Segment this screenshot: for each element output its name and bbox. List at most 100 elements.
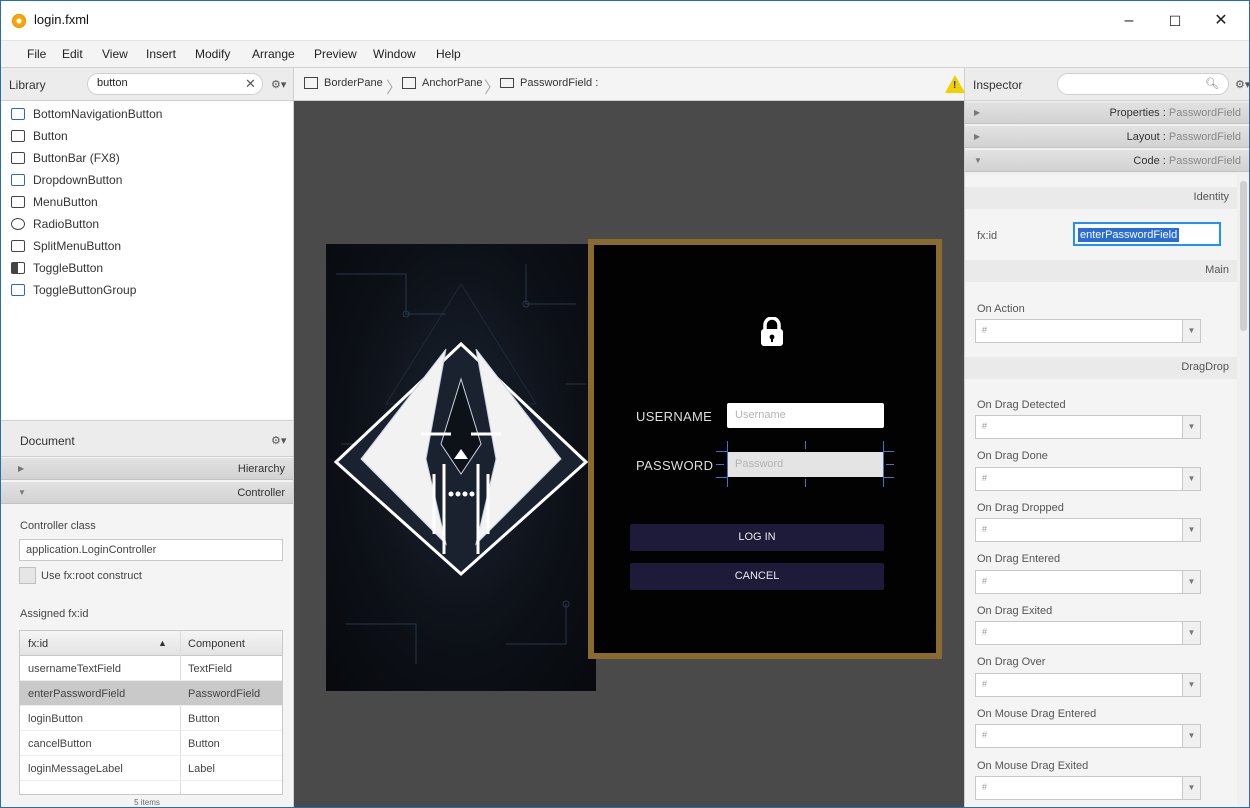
dropdown-arrow-icon[interactable]: ▼ <box>1182 777 1200 799</box>
dropdown-arrow-icon[interactable]: ▼ <box>1182 674 1200 696</box>
minimize-button[interactable]: – <box>1106 7 1152 35</box>
list-item[interactable]: ToggleButtonGroup <box>11 279 136 301</box>
list-item[interactable]: RadioButton <box>11 213 99 235</box>
on-mouse-drag-exited-input[interactable]: # ▼ <box>975 776 1201 800</box>
code-section-header[interactable]: ▼ Code : PasswordField <box>965 150 1249 172</box>
dropdown-arrow-icon[interactable]: ▼ <box>1182 416 1200 438</box>
assigned-fxid-table: fx:id ▲ Component usernameTextField TextF… <box>19 630 283 795</box>
design-canvas[interactable]: USERNAME Username PASSWORD Password LOG … <box>293 101 965 807</box>
fxid-column-header[interactable]: fx:id <box>28 638 48 650</box>
search-icon: 🔍︎ <box>1205 78 1219 90</box>
hash-prefix: # <box>982 421 988 431</box>
list-item[interactable]: MenuButton <box>11 191 98 213</box>
layout-section-header[interactable]: ▶ Layout : PasswordField <box>965 126 1249 148</box>
list-item[interactable]: SplitMenuButton <box>11 235 121 257</box>
on-drag-over-input[interactable]: # ▼ <box>975 673 1201 697</box>
library-header: Library button ✕ ⚙▾ <box>1 68 293 101</box>
list-item-label: ToggleButton <box>33 261 104 275</box>
button-bar-icon <box>11 152 25 164</box>
scrollbar-thumb[interactable] <box>1240 181 1247 331</box>
anchorpane-icon <box>402 77 416 89</box>
on-action-label: On Action <box>977 303 1025 315</box>
event-label: On Drag Dropped <box>977 502 1064 514</box>
logo-image <box>326 244 596 691</box>
properties-section-header[interactable]: ▶ Properties : PasswordField <box>965 102 1249 124</box>
breadcrumb-borderpane[interactable]: BorderPane <box>304 77 383 89</box>
menu-button-icon <box>11 196 25 208</box>
selection-handle[interactable] <box>716 464 724 465</box>
inspector-header: Inspector 🔍︎ ⚙▾ <box>965 68 1249 101</box>
menu-window[interactable]: Window <box>373 47 416 61</box>
dragdrop-section-header: DragDrop <box>965 357 1237 379</box>
sort-ascending-icon[interactable]: ▲ <box>158 638 167 648</box>
close-button[interactable]: ✕ <box>1198 7 1244 35</box>
on-drag-done-input[interactable]: # ▼ <box>975 467 1201 491</box>
menu-arrange[interactable]: Arrange <box>252 47 295 61</box>
controller-class-field[interactable]: application.LoginController <box>19 539 283 561</box>
dropdown-arrow-icon[interactable]: ▼ <box>1182 725 1200 747</box>
component-column-header[interactable]: Component <box>188 638 245 650</box>
on-drag-exited-input[interactable]: # ▼ <box>975 621 1201 645</box>
list-item[interactable]: ButtonBar (FX8) <box>11 147 120 169</box>
password-input[interactable]: Password <box>727 452 884 477</box>
menu-insert[interactable]: Insert <box>146 47 176 61</box>
table-row[interactable]: cancelButton Button <box>20 731 282 756</box>
inspector-scrollbar[interactable] <box>1237 175 1249 807</box>
list-item[interactable]: Button <box>11 125 68 147</box>
inspector-search-input[interactable] <box>1057 73 1229 95</box>
fxroot-label: Use fx:root construct <box>41 570 142 582</box>
hierarchy-section-header[interactable]: ▶ Hierarchy <box>1 458 293 480</box>
menu-file[interactable]: File <box>27 47 46 61</box>
fxroot-checkbox[interactable] <box>19 567 36 584</box>
dropdown-arrow-icon[interactable]: ▼ <box>1182 571 1200 593</box>
breadcrumb-anchorpane[interactable]: AnchorPane <box>402 77 483 89</box>
collapsed-triangle-icon: ▶ <box>974 132 981 141</box>
document-header: Document ⚙▾ <box>1 421 293 457</box>
list-item-label: BottomNavigationButton <box>33 107 163 121</box>
table-row[interactable]: enterPasswordField PasswordField <box>20 681 282 706</box>
selection-handle[interactable] <box>886 464 894 465</box>
library-title: Library <box>9 78 46 92</box>
list-item-label: MenuButton <box>33 195 98 209</box>
list-item[interactable]: BottomNavigationButton <box>11 103 162 125</box>
inspector-settings-gear-icon[interactable]: ⚙▾ <box>1235 78 1249 91</box>
list-item[interactable]: DropdownButton <box>11 169 122 191</box>
list-item[interactable]: ToggleButton <box>11 257 103 279</box>
table-row[interactable]: loginButton Button <box>20 706 282 731</box>
menu-preview[interactable]: Preview <box>314 47 357 61</box>
dropdown-arrow-icon[interactable]: ▼ <box>1182 320 1200 342</box>
username-input[interactable]: Username <box>727 403 884 428</box>
on-action-input[interactable]: # ▼ <box>975 319 1201 343</box>
table-row[interactable]: usernameTextField TextField <box>20 656 282 681</box>
library-settings-gear-icon[interactable]: ⚙▾ <box>271 78 286 91</box>
maximize-button[interactable]: ☐ <box>1152 7 1198 35</box>
hash-prefix: # <box>982 576 988 586</box>
on-drag-detected-input[interactable]: # ▼ <box>975 415 1201 439</box>
hash-prefix: # <box>982 782 988 792</box>
library-search-input[interactable]: button <box>87 73 263 95</box>
inspector-code-panel: Identity fx:id enterPasswordField Main O… <box>965 175 1249 807</box>
selection-handle[interactable] <box>805 441 806 449</box>
hash-prefix: # <box>982 524 988 534</box>
on-drag-entered-input[interactable]: # ▼ <box>975 570 1201 594</box>
menu-modify[interactable]: Modify <box>195 47 230 61</box>
fxid-field[interactable]: enterPasswordField <box>1073 222 1221 246</box>
dropdown-arrow-icon[interactable]: ▼ <box>1182 468 1200 490</box>
document-settings-gear-icon[interactable]: ⚙▾ <box>271 434 286 447</box>
breadcrumb-passwordfield[interactable]: PasswordField : <box>500 77 598 89</box>
on-mouse-drag-entered-input[interactable]: # ▼ <box>975 724 1201 748</box>
menu-edit[interactable]: Edit <box>62 47 83 61</box>
table-row[interactable]: loginMessageLabel Label <box>20 756 282 781</box>
on-drag-dropped-input[interactable]: # ▼ <box>975 518 1201 542</box>
controller-section-header[interactable]: ▼ Controller <box>1 482 293 504</box>
menu-help[interactable]: Help <box>436 47 461 61</box>
clear-search-icon[interactable]: ✕ <box>245 76 256 92</box>
cancel-button[interactable]: CANCEL <box>630 563 884 590</box>
menu-view[interactable]: View <box>102 47 128 61</box>
dropdown-arrow-icon[interactable]: ▼ <box>1182 622 1200 644</box>
section-name: Code <box>1133 155 1160 167</box>
login-button[interactable]: LOG IN <box>630 524 884 551</box>
dropdown-arrow-icon[interactable]: ▼ <box>1182 519 1200 541</box>
selection-handle[interactable] <box>805 479 806 487</box>
component-cell: TextField <box>188 663 233 675</box>
